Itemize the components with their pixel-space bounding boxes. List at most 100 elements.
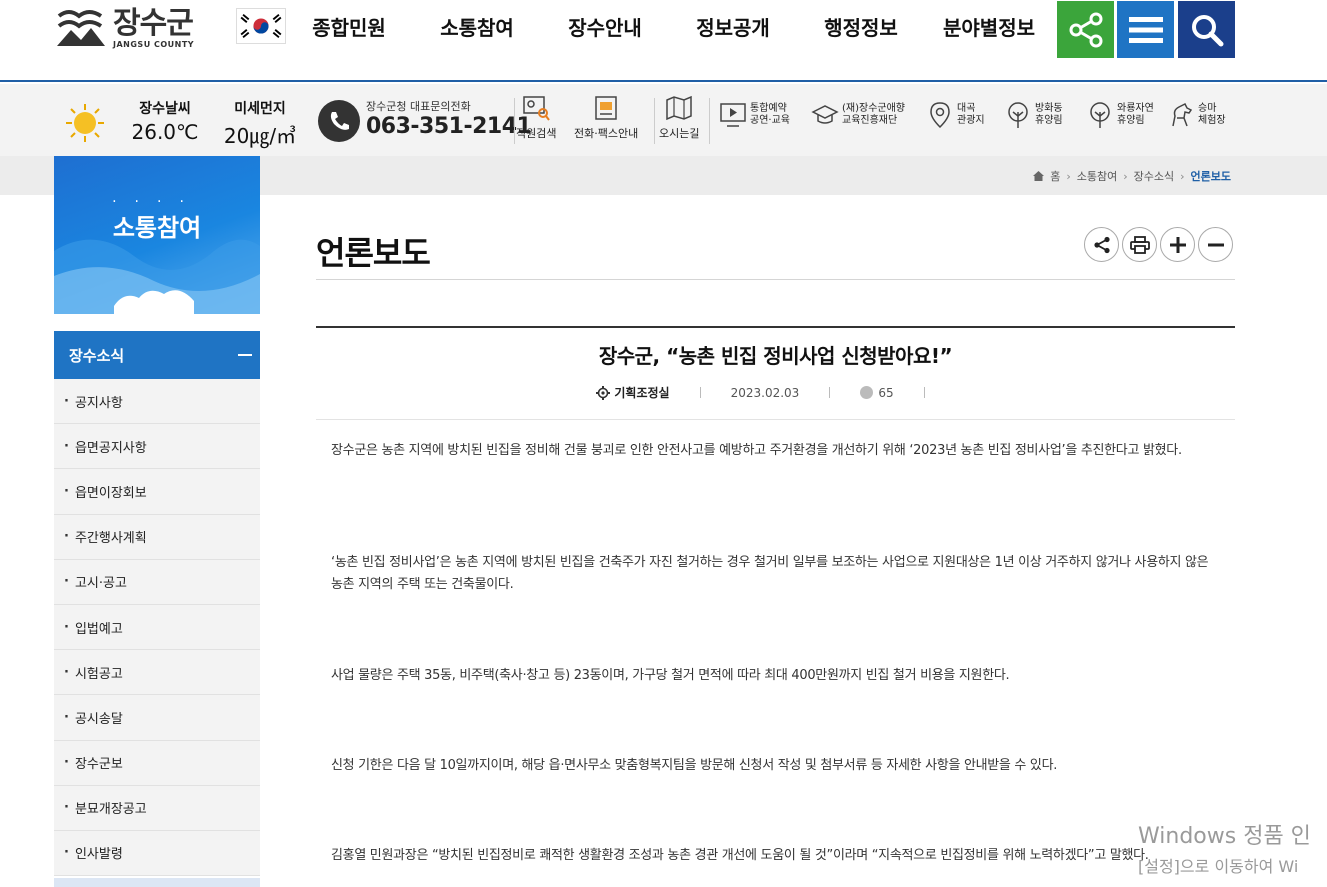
share-icon	[1069, 12, 1102, 47]
home-icon	[1033, 171, 1045, 181]
location-pin-icon	[930, 102, 950, 129]
fine-dust-label: 미세먼지	[234, 101, 286, 117]
divider	[709, 98, 710, 144]
sidebar-item-notices[interactable]: 공지사항	[54, 379, 260, 425]
share-button[interactable]	[1057, 1, 1114, 58]
education-foundation-link[interactable]: (재)장수군애향 교육진흥재단	[811, 100, 905, 130]
breadcrumb: 홈 › 소통참여 › 장수소식 › 언론보도	[1033, 168, 1231, 184]
phone-fax-label: 전화·팩스안내	[574, 127, 639, 140]
logo-mark-icon	[57, 10, 105, 46]
phone-call-icon	[318, 100, 360, 142]
sidebar-section-header[interactable]: 장수소식	[54, 331, 260, 379]
sidebar-item-active[interactable]	[54, 878, 260, 887]
sidebar-item-village-bulletin[interactable]: 읍면이장회보	[54, 469, 260, 515]
banghwadong-line1: 방화동	[1035, 103, 1063, 114]
breadcrumb-home[interactable]: 홈	[1050, 168, 1060, 184]
logo-subtitle: JANGSU COUNTY	[113, 39, 195, 49]
horse-riding-line2: 체험장	[1198, 115, 1226, 126]
phone-fax-icon	[595, 96, 617, 120]
breadcrumb-communication[interactable]: 소통참여	[1077, 168, 1117, 184]
staff-search-label: 직원검색	[516, 127, 557, 140]
banghwadong-forest-link[interactable]: 방화동 휴양림	[1004, 100, 1063, 130]
share-icon	[1093, 236, 1110, 253]
search-button[interactable]	[1178, 1, 1235, 58]
nav-communication[interactable]: 소통참여	[413, 0, 541, 56]
chevron-right-icon: ›	[1123, 169, 1128, 183]
print-icon	[1129, 235, 1150, 254]
weather-widget: 장수날씨 26.0℃	[131, 98, 199, 144]
horse-icon	[1172, 102, 1193, 127]
meta-divider	[923, 387, 925, 398]
education-foundation-line2: 교육진흥재단	[842, 115, 898, 126]
print-button[interactable]	[1122, 227, 1157, 262]
phone-fax-link[interactable]: 전화·팩스안내	[574, 94, 638, 141]
sidebar-banner-title: 소통참여	[112, 214, 202, 242]
article-paragraph: 김홍열 민원과장은 “방치된 빈집정비로 쾌적한 생활환경 조성과 농촌 경관 …	[331, 848, 1149, 863]
all-menu-button[interactable]	[1117, 1, 1174, 58]
article-department-name: 기획조정실	[614, 386, 670, 400]
divider	[514, 98, 515, 144]
fine-dust-widget: 미세먼지 20㎍/㎥	[218, 98, 302, 149]
gear-icon	[596, 385, 611, 400]
sidebar-item-county-gazette[interactable]: 장수군보	[54, 740, 260, 786]
nav-administration[interactable]: 행정정보	[797, 0, 925, 56]
weather-label: 장수날씨	[139, 101, 191, 117]
watermark-line2: [설정]으로 이동하여 Wi	[1138, 857, 1299, 876]
hamburger-icon	[1128, 16, 1163, 43]
reservation-line1: 통합예약	[750, 103, 787, 114]
main-nav: 종합민원 소통참여 장수안내 정보공개 행정정보 분야별정보	[285, 0, 1053, 56]
sidebar-item-exam-notices[interactable]: 시험공고	[54, 650, 260, 696]
title-divider	[316, 279, 1235, 280]
directions-link[interactable]: 오시는길	[659, 94, 699, 141]
share-tool-button[interactable]	[1084, 227, 1119, 262]
sidebar-item-personnel[interactable]: 인사발령	[54, 830, 260, 877]
phone-label: 장수군청 대표문의전화	[366, 100, 471, 113]
waryong-forest-link[interactable]: 와룡자연 휴양림	[1086, 100, 1154, 130]
breadcrumb-current[interactable]: 언론보도	[1191, 168, 1231, 184]
sidebar-item-public-service[interactable]: 공시송달	[54, 695, 260, 741]
page-tools	[1084, 227, 1233, 262]
chevron-right-icon: ›	[1180, 169, 1185, 183]
nav-civil-service[interactable]: 종합민원	[285, 0, 413, 56]
waryong-line2: 휴양림	[1117, 115, 1145, 126]
phone-number[interactable]: 063-351-2141	[366, 114, 532, 139]
article-department: 기획조정실	[596, 384, 670, 401]
search-icon	[1191, 14, 1223, 46]
horse-riding-line1: 승마	[1198, 103, 1217, 114]
sidebar-item-announcements[interactable]: 고시·공고	[54, 559, 260, 605]
article-paragraph: 신청 기한은 다음 달 10일까지이며, 해당 읍·면사무소 맞춤형복지팀을 방…	[331, 758, 1058, 773]
daegok-line2: 관광지	[957, 115, 985, 126]
article-date: 2023.02.03	[730, 385, 800, 400]
site-logo[interactable]: 장수군 JANGSU COUNTY	[55, 4, 225, 52]
directions-label: 오시는길	[659, 127, 700, 140]
meta-divider	[829, 387, 831, 398]
staff-search-icon	[523, 96, 551, 121]
sidebar-item-weekly-events[interactable]: 주간행사계획	[54, 514, 260, 560]
daegok-tourist-link[interactable]: 대곡 관광지	[926, 100, 985, 130]
nav-by-field[interactable]: 분야별정보	[925, 0, 1053, 56]
daegok-line1: 대곡	[957, 103, 976, 114]
sidebar-item-town-notices[interactable]: 읍면공지사항	[54, 424, 260, 470]
sidebar-section-title: 장수소식	[69, 346, 125, 365]
banghwadong-line2: 휴양림	[1035, 115, 1063, 126]
graduation-cap-icon	[811, 105, 839, 124]
reservation-link[interactable]: 통합예약 공연·교육	[719, 100, 790, 130]
sidebar-item-legislation[interactable]: 입법예고	[54, 604, 260, 651]
divider	[654, 98, 655, 144]
zoom-in-button[interactable]	[1160, 227, 1195, 262]
zoom-out-button[interactable]	[1198, 227, 1233, 262]
collapse-minus-icon	[238, 354, 252, 356]
staff-search-link[interactable]: 직원검색	[516, 94, 556, 141]
meta-divider-line	[316, 419, 1235, 420]
weather-value: 26.0℃	[131, 120, 199, 144]
fine-dust-value: 20㎍/㎥	[223, 124, 297, 148]
horse-riding-link[interactable]: 승마 체험장	[1167, 100, 1226, 130]
article-paragraph: 사업 물량은 주택 35동, 비주택(축사·창고 등) 23동이며, 가구당 철…	[331, 668, 1010, 683]
article-views: 65	[860, 386, 894, 400]
article-paragraph: ‘농촌 빈집 정비사업’은 농촌 지역에 방치된 빈집을 건축주가 자진 철거하…	[331, 555, 1209, 592]
tree-icon	[1008, 102, 1028, 128]
nav-about-jangsu[interactable]: 장수안내	[541, 0, 669, 56]
nav-information[interactable]: 정보공개	[669, 0, 797, 56]
breadcrumb-news[interactable]: 장수소식	[1134, 168, 1174, 184]
sidebar-item-grave-relocation[interactable]: 분묘개장공고	[54, 785, 260, 831]
